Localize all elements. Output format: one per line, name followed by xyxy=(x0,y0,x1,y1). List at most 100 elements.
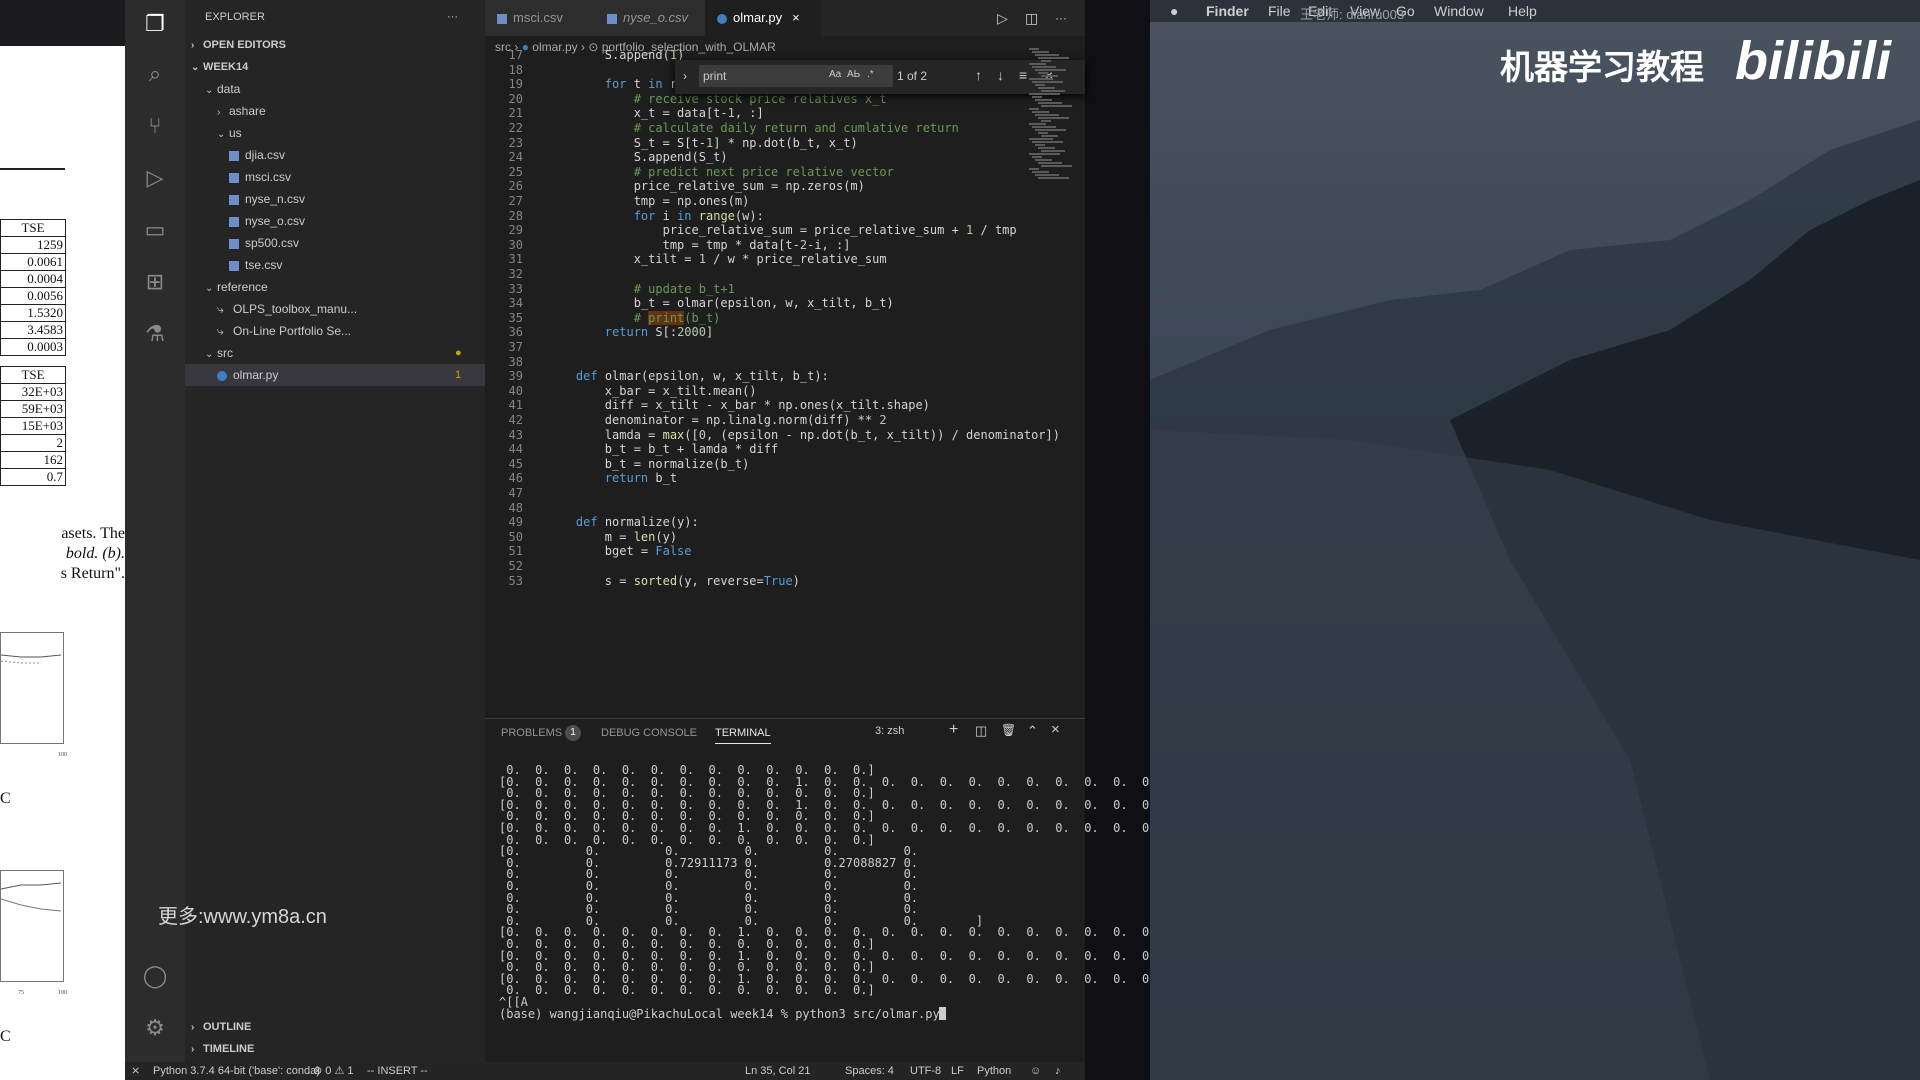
encoding[interactable]: UTF-8 xyxy=(910,1062,941,1080)
tree-item[interactable]: ⤷ OLPS_toolbox_manu... xyxy=(185,298,485,320)
find-widget: › print Aa AЬ .* 1 of 2 ↑ ↓ ≡ × xyxy=(675,60,1085,94)
apple-icon[interactable]: ● xyxy=(1170,0,1178,22)
pdf-paper-view: TSE 1259 0.0061 0.0004 0.0056 1.5320 3.4… xyxy=(0,0,125,1080)
source-control-icon[interactable]: ⑂ xyxy=(139,110,171,142)
tree-item[interactable]: olmar.py 1 xyxy=(185,364,485,386)
tab-debug-console[interactable]: DEBUG CONSOLE xyxy=(601,727,697,739)
table2-cell: 2 xyxy=(0,434,66,452)
minimap-line xyxy=(1038,57,1069,59)
minimap[interactable] xyxy=(1025,48,1085,718)
minimap-line xyxy=(1032,111,1049,113)
tab-nyse-o-csv[interactable]: nyse_o.csv xyxy=(595,0,715,36)
terminal-select[interactable]: 3: zsh ⌄ xyxy=(875,725,1015,738)
code-line[interactable]: 53 s = sorted(y, reverse=True) xyxy=(485,572,1025,590)
tree-item-label: On-Line Portfolio Se... xyxy=(233,324,352,338)
table2-cell: 15E+03 xyxy=(0,417,66,435)
tab-olmar-py[interactable]: olmar.py × xyxy=(705,0,821,36)
match-word-icon[interactable]: AЬ xyxy=(847,69,860,80)
menu-window[interactable]: Window xyxy=(1434,0,1484,22)
explorer-icon[interactable]: ❐ xyxy=(139,8,171,40)
minimap-line xyxy=(1038,162,1062,164)
account-icon[interactable]: ◯ xyxy=(139,960,171,992)
python-test-icon[interactable]: ⚗ xyxy=(139,318,171,350)
split-terminal-icon[interactable]: ◫ xyxy=(975,723,987,739)
menu-help[interactable]: Help xyxy=(1508,0,1537,22)
bilibili-logo: bilibili xyxy=(1735,31,1891,91)
minimap-line xyxy=(1041,60,1051,62)
editor-more-icon[interactable]: ··· xyxy=(1055,0,1067,36)
match-case-icon[interactable]: Aa xyxy=(829,69,841,80)
run-debug-icon[interactable]: ▷ xyxy=(139,162,171,194)
csv-file-icon xyxy=(229,194,239,205)
tree-item[interactable]: djia.csv xyxy=(185,144,485,166)
trash-icon[interactable]: 🗑 xyxy=(1001,723,1016,737)
gear-icon[interactable]: ⚙ xyxy=(139,1012,171,1044)
new-terminal-icon[interactable]: + xyxy=(949,721,958,739)
bell-icon[interactable]: ♪ xyxy=(1055,1062,1061,1080)
tree-item[interactable]: › ashare xyxy=(185,100,485,122)
plot-axis-label: 75 xyxy=(18,990,24,996)
editor-tabs: msci.csv nyse_o.csv olmar.py × ▷ ◫ ··· xyxy=(485,0,1085,36)
problems-badge: 1 xyxy=(565,725,581,741)
tree-item[interactable]: msci.csv xyxy=(185,166,485,188)
remote-explorer-icon[interactable]: ▭ xyxy=(139,214,171,246)
arrow-down-icon[interactable]: ↓ xyxy=(997,67,1004,83)
code-editor[interactable]: 17 S.append(1)1819 for t in range(1, n+1… xyxy=(485,48,1060,718)
problems-status[interactable]: ⊗ 0 ⚠ 1 xyxy=(313,1062,353,1080)
minimap-line xyxy=(1032,66,1056,68)
csv-file-icon xyxy=(229,238,239,249)
close-panel-icon[interactable]: × xyxy=(1051,721,1060,738)
end-of-line[interactable]: LF xyxy=(951,1062,964,1080)
tab-terminal[interactable]: TERMINAL xyxy=(715,727,771,744)
outline-section[interactable]: › OUTLINE xyxy=(185,1016,491,1038)
tree-item[interactable]: nyse_n.csv xyxy=(185,188,485,210)
minimap-line xyxy=(1038,117,1069,119)
minimap-line xyxy=(1032,171,1049,173)
explorer-more-icon[interactable]: ··· xyxy=(447,6,458,28)
remote-icon[interactable]: ⨯ xyxy=(131,1062,140,1080)
table1-cell: 0.0056 xyxy=(0,287,66,305)
workspace-section[interactable]: ⌄ WEEK14 xyxy=(185,56,491,78)
indentation[interactable]: Spaces: 4 xyxy=(845,1062,894,1080)
open-editors-section[interactable]: › OPEN EDITORS xyxy=(185,34,491,56)
cursor-position[interactable]: Ln 35, Col 21 xyxy=(745,1062,810,1080)
tree-item[interactable]: nyse_o.csv xyxy=(185,210,485,232)
tree-item[interactable]: ⌄ src ● xyxy=(185,342,485,364)
feedback-icon[interactable]: ☺ xyxy=(1030,1062,1041,1080)
minimap-line xyxy=(1029,168,1039,170)
tab-label: olmar.py xyxy=(733,10,783,25)
timeline-section[interactable]: › TIMELINE xyxy=(185,1038,491,1060)
language-mode[interactable]: Python xyxy=(977,1062,1011,1080)
tree-item[interactable]: ⌄ data xyxy=(185,78,485,100)
open-editors-label: OPEN EDITORS xyxy=(203,39,286,51)
terminal-output[interactable]: 0. 0. 0. 0. 0. 0. 0. 0. 0. 0. 0. 0. 0.][… xyxy=(499,757,1156,1057)
run-file-icon[interactable]: ▷ xyxy=(997,0,1008,36)
split-editor-icon[interactable]: ◫ xyxy=(1025,0,1038,36)
table1-cell: 0.0061 xyxy=(0,253,66,271)
regex-icon[interactable]: .* xyxy=(867,69,874,80)
maximize-panel-icon[interactable]: ⌃ xyxy=(1027,723,1038,739)
tree-item[interactable]: ⌄ us xyxy=(185,122,485,144)
minimap-line xyxy=(1035,114,1059,116)
tree-item[interactable]: tse.csv xyxy=(185,254,485,276)
extensions-icon[interactable]: ⊞ xyxy=(139,266,171,298)
menu-finder[interactable]: Finder xyxy=(1206,0,1249,22)
tree-item[interactable]: sp500.csv xyxy=(185,232,485,254)
link-file-icon: ⤷ xyxy=(217,324,224,338)
minimap-line xyxy=(1035,174,1059,176)
python-interpreter[interactable]: Python 3.7.4 64-bit ('base': conda) xyxy=(153,1062,320,1080)
chevron-right-icon[interactable]: › xyxy=(683,69,687,83)
arrow-up-icon[interactable]: ↑ xyxy=(975,67,982,83)
python-file-icon xyxy=(217,370,227,381)
tree-item[interactable]: ⌄ reference xyxy=(185,276,485,298)
plot-lines xyxy=(0,654,62,664)
menu-file[interactable]: File xyxy=(1268,0,1291,22)
code-text: s = sorted(y, reverse=True) xyxy=(547,573,800,588)
tab-problems[interactable]: PROBLEMS xyxy=(501,727,562,739)
search-icon[interactable]: ⌕ xyxy=(139,58,171,90)
plot-lines xyxy=(0,882,62,912)
find-input[interactable]: print xyxy=(699,65,893,87)
close-tab-icon[interactable]: × xyxy=(792,10,800,25)
tab-msci-csv[interactable]: msci.csv xyxy=(485,0,605,36)
tree-item[interactable]: ⤷ On-Line Portfolio Se... xyxy=(185,320,485,342)
